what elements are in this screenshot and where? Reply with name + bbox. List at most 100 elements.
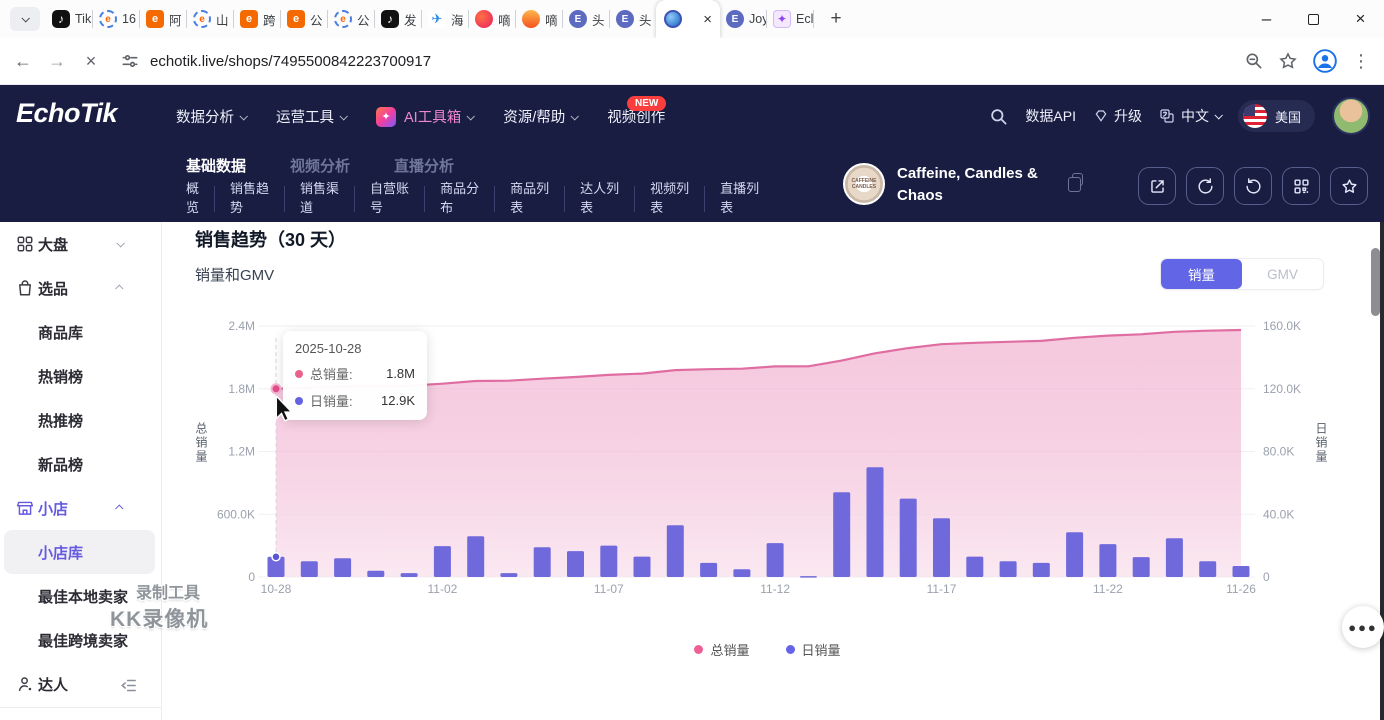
browser-tab[interactable]: 嘀 — [469, 0, 515, 38]
refresh-data-button[interactable] — [1186, 167, 1224, 205]
bird-favicon: ✈ — [428, 10, 446, 28]
nav-item-3[interactable]: 资源/帮助 — [503, 106, 577, 127]
region-selector[interactable]: 美国 — [1238, 100, 1315, 132]
section-menu-item-2[interactable]: 销售渠道 — [300, 180, 339, 218]
back-icon[interactable]: ← — [6, 44, 40, 78]
svg-text:1.8M: 1.8M — [228, 382, 255, 396]
orange-favicon: e — [287, 10, 305, 28]
new-tab-button[interactable]: + — [822, 5, 850, 33]
section-menu-item-3[interactable]: 自营账号 — [370, 180, 409, 218]
favorite-button[interactable] — [1330, 167, 1368, 205]
browser-tab[interactable]: e16 — [93, 0, 139, 38]
legend-item-日销量[interactable]: 日销量 — [786, 640, 841, 659]
tab-divider — [813, 10, 814, 28]
browser-tab[interactable]: e阿 — [140, 0, 186, 38]
svg-text:11-02: 11-02 — [427, 582, 457, 596]
section-menu-item-1[interactable]: 销售趋势 — [230, 180, 269, 218]
sidebar-item-0[interactable]: 大盘 — [0, 222, 161, 266]
language-selector[interactable]: 中文 — [1159, 106, 1221, 126]
tab-list-chevron-icon[interactable] — [10, 7, 40, 31]
shop-action-buttons — [1138, 167, 1368, 205]
new-badge: NEW — [627, 96, 666, 111]
tiktok-favicon: ♪ — [52, 10, 70, 28]
ai-toolbox-icon: ✦ — [376, 107, 396, 127]
tab-close-icon[interactable]: × — [703, 11, 712, 28]
browser-tab[interactable]: ✈海 — [422, 0, 468, 38]
site-settings-icon[interactable] — [120, 51, 140, 71]
copy-icon[interactable] — [1072, 173, 1083, 186]
nav-item-2[interactable]: ✦AI工具箱 — [376, 106, 473, 127]
data-api-link[interactable]: 数据API — [1025, 106, 1076, 126]
sidebar-item-1[interactable]: 选品 — [0, 266, 161, 310]
svg-text:0: 0 — [248, 570, 255, 584]
window-close-button[interactable]: × — [1337, 1, 1384, 37]
svg-text:120.0K: 120.0K — [1263, 382, 1301, 396]
qr-code-button[interactable] — [1282, 167, 1320, 205]
sidebar-subitem-新品榜[interactable]: 新品榜 — [0, 442, 161, 486]
browser-tab[interactable]: e跨 — [234, 0, 280, 38]
section-menu-item-0[interactable]: 概览 — [186, 180, 199, 218]
sidebar-item-2[interactable]: 小店 — [0, 486, 161, 530]
url-text[interactable]: echotik.live/shops/7495500842223700917 — [150, 53, 431, 70]
legend-item-总销量[interactable]: 总销量 — [694, 640, 749, 659]
section-menu-item-8[interactable]: 直播列表 — [720, 180, 759, 218]
tab-live-analysis[interactable]: 直播分析 — [394, 155, 454, 176]
browser-tab[interactable]: e公 — [328, 0, 374, 38]
section-menu-item-6[interactable]: 达人列表 — [580, 180, 619, 218]
section-menu-item-4[interactable]: 商品分布 — [440, 180, 479, 218]
browser-tab[interactable]: E头 — [610, 0, 656, 38]
echotik-logo[interactable]: EchoTik — [16, 98, 117, 129]
sales-trend-chart[interactable]: 00600.0K40.0K1.2M80.0K1.8M120.0K2.4M160.… — [185, 300, 1350, 610]
svg-text:2.4M: 2.4M — [228, 319, 255, 333]
sidebar-subitem-热推榜[interactable]: 热推榜 — [0, 398, 161, 442]
caret-down-icon — [571, 112, 579, 120]
nav-item-0[interactable]: 数据分析 — [176, 106, 246, 127]
globe-favicon — [664, 10, 682, 28]
sidebar-subitem-小店库[interactable]: 小店库 — [0, 530, 161, 574]
nav-item-1[interactable]: 运营工具 — [276, 106, 346, 127]
sidebar-subitem-商品库[interactable]: 商品库 — [0, 310, 161, 354]
browser-tab-active[interactable]: × — [656, 0, 720, 38]
toggle-gmv-button[interactable]: GMV — [1242, 259, 1323, 289]
browser-tab[interactable]: e山 — [187, 0, 233, 38]
profile-avatar-icon[interactable] — [1312, 48, 1338, 74]
legend-dot-icon — [694, 645, 703, 654]
sidebar-divider — [0, 707, 161, 708]
external-link-icon — [1148, 177, 1167, 196]
browser-tab[interactable]: e公 — [281, 0, 327, 38]
window-minimize-button[interactable]: – — [1243, 1, 1290, 37]
sidebar-subitem-热销榜[interactable]: 热销榜 — [0, 354, 161, 398]
browser-tab[interactable]: ♪发 — [375, 0, 421, 38]
stop-loading-icon[interactable]: × — [74, 44, 108, 78]
browser-tab[interactable]: 嘀 — [516, 0, 562, 38]
user-avatar[interactable] — [1332, 97, 1370, 135]
right-edge-strip — [1380, 222, 1384, 720]
browser-tab[interactable]: ✦Ecl — [767, 0, 813, 38]
browser-tab[interactable]: ♪Tik — [46, 0, 92, 38]
search-icon[interactable] — [989, 107, 1008, 126]
toggle-sales-button[interactable]: 销量 — [1161, 259, 1242, 289]
upgrade-link[interactable]: 升级 — [1093, 106, 1142, 126]
tab-basic-data[interactable]: 基础数据 — [186, 155, 246, 176]
section-menu-item-5[interactable]: 商品列表 — [510, 180, 549, 218]
browser-tab[interactable]: EJoy — [720, 0, 766, 38]
page-scrollbar[interactable] — [1371, 248, 1380, 316]
sidebar-collapse-icon[interactable] — [120, 678, 137, 698]
open-shop-external-button[interactable] — [1138, 167, 1176, 205]
bookmark-star-icon[interactable] — [1278, 51, 1298, 71]
menu-divider — [354, 186, 355, 212]
caret-down-icon — [239, 112, 247, 120]
section-menu: 概览销售趋势销售渠道自营账号商品分布商品列表达人列表视频列表直播列表 — [186, 180, 759, 218]
section-menu-item-7[interactable]: 视频列表 — [650, 180, 689, 218]
zoom-icon[interactable] — [1244, 51, 1264, 71]
history-button[interactable] — [1234, 167, 1272, 205]
more-actions-button[interactable]: ●●● — [1342, 606, 1384, 648]
menu-divider — [494, 186, 495, 212]
forward-icon[interactable]: → — [40, 44, 74, 78]
tab-video-analysis[interactable]: 视频分析 — [290, 155, 350, 176]
window-maximize-button[interactable] — [1290, 1, 1337, 37]
menu-divider — [704, 186, 705, 212]
browser-tab[interactable]: E头 — [563, 0, 609, 38]
browser-menu-kebab-icon[interactable]: ⋮ — [1352, 51, 1370, 72]
metric-toggle: 销量 GMV — [1161, 259, 1323, 289]
